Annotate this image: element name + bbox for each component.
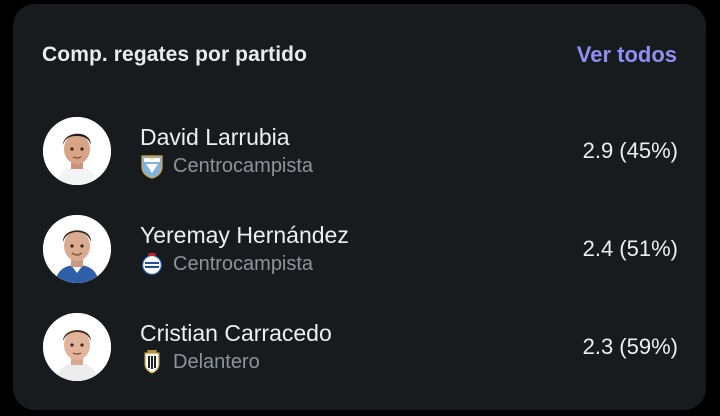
player-stat: 2.9 (45%): [582, 138, 678, 163]
player-info: Yeremay Hernández Centrocampista: [140, 221, 349, 277]
deportivo-crest-icon: [140, 251, 164, 277]
player-name: Yeremay Hernández: [140, 222, 349, 248]
player-avatar: [43, 215, 111, 283]
player-meta: Delantero: [140, 349, 332, 375]
player-meta: Centrocampista: [140, 251, 349, 277]
view-all-link[interactable]: Ver todos: [577, 42, 677, 68]
card-header: Comp. regates por partido Ver todos: [42, 40, 677, 70]
player-meta: Centrocampista: [140, 153, 313, 179]
player-position: Centrocampista: [173, 253, 314, 275]
player-avatar: [43, 117, 111, 185]
leaderboard-card: Comp. regates por partido Ver todos Davi…: [13, 4, 706, 410]
player-row[interactable]: David Larrubia Centrocampista 2.9 (45%): [43, 116, 678, 186]
card-title: Comp. regates por partido: [42, 43, 308, 66]
player-position: Delantero: [173, 351, 260, 373]
malaga-crest-icon: [140, 153, 164, 179]
player-row[interactable]: Cristian Carracedo Delantero 2.3 (59%): [43, 312, 678, 382]
player-name: Cristian Carracedo: [140, 320, 332, 346]
player-position: Centrocampista: [173, 155, 314, 177]
player-stat: 2.4 (51%): [582, 236, 678, 261]
player-name: David Larrubia: [140, 124, 290, 150]
player-info: David Larrubia Centrocampista: [140, 123, 313, 179]
player-avatar: [43, 313, 111, 381]
player-info: Cristian Carracedo Delantero: [140, 319, 332, 375]
player-stat: 2.3 (59%): [582, 334, 678, 359]
player-row[interactable]: Yeremay Hernández Centrocampista 2.4 (51…: [43, 214, 678, 284]
albacete-crest-icon: [140, 349, 164, 375]
